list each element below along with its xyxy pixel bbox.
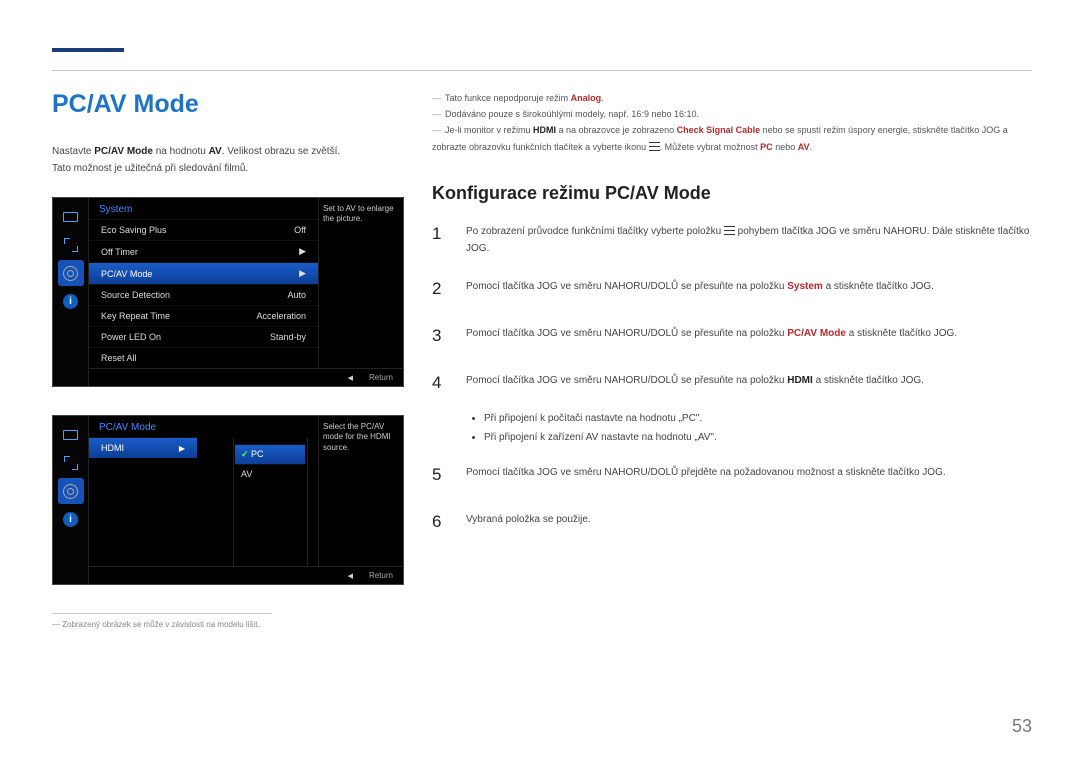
step-2: 2 Pomocí tlačítka JOG ve směru NAHORU/DO…: [432, 275, 1032, 304]
step-num: 4: [432, 369, 448, 398]
divider: [307, 438, 308, 566]
intro-1e: . Velikost obrazu se zvětší.: [222, 146, 340, 157]
step-num: 1: [432, 220, 448, 257]
intro-1c: na hodnotu: [153, 146, 209, 157]
header-hr: [52, 70, 1032, 71]
osd1-title: System: [89, 198, 318, 219]
intro-text: Nastavte PC/AV Mode na hodnotu AV. Velik…: [52, 143, 404, 177]
settings-icon: [58, 478, 84, 504]
osd1-row: Off Timer▶: [89, 240, 318, 262]
osd2-option-pc: PC: [235, 444, 305, 464]
step-num: 2: [432, 275, 448, 304]
picture-icon: [58, 450, 84, 476]
osd-system-menu: i System Eco Saving PlusOff Off Timer▶ P…: [52, 197, 404, 387]
config-heading: Konfigurace režimu PC/AV Mode: [432, 183, 1032, 204]
osd1-hint: Set to AV to enlarge the picture.: [317, 198, 403, 225]
osd2-title: PC/AV Mode: [89, 416, 318, 437]
intro-1b: PC/AV Mode: [94, 146, 153, 157]
page-number: 53: [1012, 716, 1032, 737]
step-5: 5 Pomocí tlačítka JOG ve směru NAHORU/DO…: [432, 461, 1032, 490]
osd1-row: Key Repeat TimeAcceleration: [89, 305, 318, 326]
step-1: 1 Po zobrazení průvodce funkčními tlačít…: [432, 220, 1032, 257]
osd1-row: Source DetectionAuto: [89, 284, 318, 305]
osd1-list: Eco Saving PlusOff Off Timer▶ PC/AV Mode…: [89, 219, 318, 368]
page-title: PC/AV Mode: [52, 90, 404, 119]
osd1-row: Power LED OnStand-by: [89, 326, 318, 347]
back-arrow-icon: ◀: [348, 375, 353, 382]
step-6: 6 Vybraná položka se použije.: [432, 508, 1032, 537]
osd2-footer: ◀Return: [89, 566, 403, 584]
bullets: Při připojení k počítači nastavte na hod…: [484, 409, 1032, 447]
menu-icon: [724, 226, 735, 235]
picture-icon: [58, 232, 84, 258]
footnote-rule: [52, 613, 272, 614]
menu-icon: [649, 142, 660, 151]
osd2-hint: Select the PC/AV mode for the HDMI sourc…: [317, 416, 403, 453]
display-icon: [58, 422, 84, 448]
header-rule: [52, 48, 124, 52]
bullet: Při připojení k zařízení AV nastavte na …: [484, 428, 1032, 447]
step-3: 3 Pomocí tlačítka JOG ve směru NAHORU/DO…: [432, 322, 1032, 351]
osd1-row: Eco Saving PlusOff: [89, 219, 318, 240]
info-icon: i: [58, 506, 84, 532]
step-num: 6: [432, 508, 448, 537]
back-arrow-icon: ◀: [348, 573, 353, 580]
osd1-row-selected: PC/AV Mode▶: [89, 262, 318, 284]
bullet: Při připojení k počítači nastavte na hod…: [484, 409, 1032, 428]
intro-1a: Nastavte: [52, 146, 94, 157]
osd1-footer: ◀Return: [89, 368, 403, 386]
step-4: 4 Pomocí tlačítka JOG ve směru NAHORU/DO…: [432, 369, 1032, 398]
footnote: ― Zobrazený obrázek se může v závislosti…: [52, 620, 404, 629]
osd1-row: Reset All: [89, 347, 318, 368]
step-num: 3: [432, 322, 448, 351]
info-icon: i: [58, 288, 84, 314]
divider: [233, 438, 234, 566]
intro-2: Tato možnost je užitečná při sledování f…: [52, 160, 404, 177]
intro-1d: AV: [209, 146, 222, 157]
notes: ―Tato funkce nepodporuje režim Analog. ―…: [432, 90, 1032, 155]
osd2-sidebar: i: [53, 416, 89, 584]
osd2-option-av: AV: [235, 464, 305, 483]
display-icon: [58, 204, 84, 230]
step-num: 5: [432, 461, 448, 490]
osd1-sidebar: i: [53, 198, 89, 386]
osd2-options: PC AV: [235, 444, 305, 483]
settings-icon: [58, 260, 84, 286]
osd2-row-selected: HDMI: [89, 437, 197, 458]
osd-pcav-menu: i PC/AV Mode HDMI PC AV: [52, 415, 404, 585]
